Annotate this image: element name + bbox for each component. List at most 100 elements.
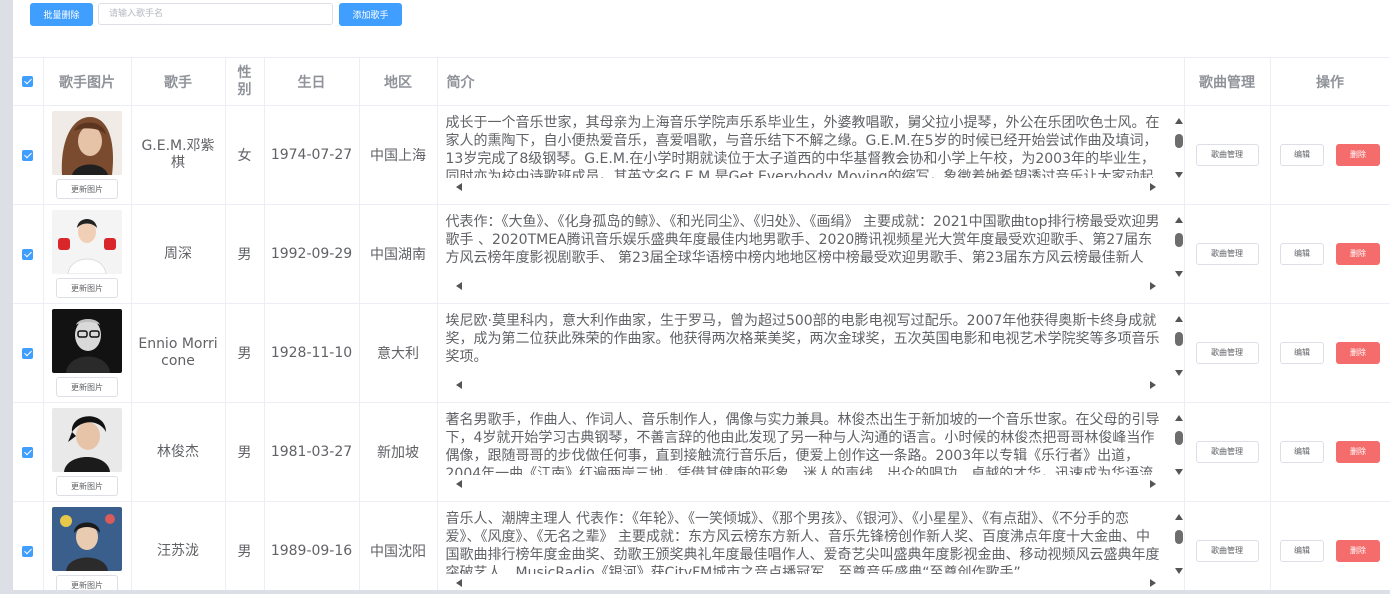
- scroll-thumb[interactable]: [1174, 530, 1183, 544]
- singer-photo: [52, 408, 122, 472]
- song-manage-cell: 歌曲管理: [1184, 402, 1271, 502]
- scroll-thumb[interactable]: [1174, 134, 1183, 148]
- ops-cell: 编辑 删除: [1270, 501, 1390, 591]
- intro-horizontal-scrollbar[interactable]: [446, 279, 1162, 293]
- scroll-right-arrow-icon[interactable]: [1149, 183, 1156, 191]
- edit-button[interactable]: 编辑: [1280, 441, 1324, 463]
- intro-scroll-box[interactable]: 著名男歌手，作曲人、作词人、音乐制作人，偶像与实力兼具。林俊杰出生于新加坡的一个…: [446, 411, 1186, 493]
- ops-cell: 编辑 删除: [1270, 303, 1390, 403]
- scroll-up-arrow-icon[interactable]: [1174, 217, 1183, 223]
- table-row: 更新图片 林俊杰 男 1981-03-27 新加坡 著名男歌手，作曲人、作词人、音乐制作人…: [13, 402, 1390, 502]
- singer-name-cell: 林俊杰: [131, 402, 226, 502]
- scroll-right-arrow-icon[interactable]: [1149, 381, 1156, 389]
- ops-cell: 编辑 删除: [1270, 402, 1390, 502]
- delete-button[interactable]: 删除: [1336, 243, 1380, 265]
- bottom-edge: [0, 590, 1390, 594]
- row-checkbox[interactable]: [22, 248, 34, 260]
- scroll-down-arrow-icon[interactable]: [1174, 469, 1183, 475]
- intro-scroll-box[interactable]: 埃尼欧·莫里科内，意大利作曲家，生于罗马，曾为超过500部的电影电视写过配乐。2…: [446, 312, 1186, 394]
- intro-horizontal-scrollbar[interactable]: [446, 576, 1162, 590]
- row-checkbox[interactable]: [22, 446, 34, 458]
- header-ops: 操作: [1270, 58, 1390, 106]
- scroll-up-arrow-icon[interactable]: [1174, 514, 1183, 520]
- update-pic-button[interactable]: 更新图片: [56, 179, 118, 199]
- row-checkbox[interactable]: [22, 347, 34, 359]
- scroll-right-arrow-icon[interactable]: [1149, 282, 1156, 290]
- intro-horizontal-scrollbar[interactable]: [446, 477, 1162, 491]
- singer-sex: 男: [225, 204, 265, 304]
- delete-button[interactable]: 删除: [1336, 342, 1380, 364]
- scroll-up-arrow-icon[interactable]: [1174, 118, 1183, 124]
- singer-name: 周深: [164, 245, 192, 262]
- edit-button[interactable]: 编辑: [1280, 243, 1324, 265]
- singer-location: 意大利: [359, 303, 438, 403]
- select-all-checkbox[interactable]: [22, 76, 34, 87]
- header-pic: 歌手图片: [43, 58, 132, 106]
- intro-vertical-scrollbar[interactable]: [1172, 510, 1186, 576]
- header-intro: 简介: [437, 58, 1185, 106]
- update-pic-button[interactable]: 更新图片: [56, 476, 118, 496]
- scroll-down-arrow-icon[interactable]: [1174, 172, 1183, 178]
- edit-button[interactable]: 编辑: [1280, 342, 1324, 364]
- scroll-down-arrow-icon[interactable]: [1174, 271, 1183, 277]
- scroll-left-arrow-icon[interactable]: [455, 282, 462, 290]
- delete-button[interactable]: 删除: [1336, 441, 1380, 463]
- singer-pic-cell: 更新图片: [43, 204, 132, 304]
- intro-horizontal-scrollbar[interactable]: [446, 378, 1162, 392]
- scroll-up-arrow-icon[interactable]: [1174, 316, 1183, 322]
- scroll-left-arrow-icon[interactable]: [455, 480, 462, 488]
- edit-button[interactable]: 编辑: [1280, 540, 1324, 562]
- scroll-up-arrow-icon[interactable]: [1174, 415, 1183, 421]
- row-checkbox[interactable]: [22, 545, 34, 557]
- scroll-left-arrow-icon[interactable]: [455, 381, 462, 389]
- singer-table: 歌手图片 歌手 性别 生日 地区 简介 歌曲管理 操作 更新图片 G.E.M.邓紫…: [13, 57, 1390, 591]
- header-song-manage: 歌曲管理: [1184, 58, 1271, 106]
- update-pic-button[interactable]: 更新图片: [56, 575, 118, 591]
- update-pic-button[interactable]: 更新图片: [56, 278, 118, 298]
- intro-scroll-box[interactable]: 代表作：《大鱼》、《化身孤岛的鲸》、《和光同尘》、《归处》、《画绢》 主要成就：…: [446, 213, 1186, 295]
- intro-vertical-scrollbar[interactable]: [1172, 411, 1186, 477]
- singer-intro-cell: 音乐人、潮牌主理人 代表作：《年轮》、《一笑倾城》、《那个男孩》、《银河》、《小…: [437, 501, 1186, 591]
- singer-search-input[interactable]: [98, 3, 333, 25]
- singer-intro-cell: 成长于一个音乐世家，其母亲为上海音乐学院声乐系毕业生，外婆教唱歌，舅父拉小提琴，…: [437, 105, 1186, 205]
- update-pic-button[interactable]: 更新图片: [56, 377, 118, 397]
- singer-location: 中国湖南: [359, 204, 438, 304]
- scroll-down-arrow-icon[interactable]: [1174, 568, 1183, 574]
- scroll-down-arrow-icon[interactable]: [1174, 370, 1183, 376]
- intro-vertical-scrollbar[interactable]: [1172, 312, 1186, 378]
- header-select-all[interactable]: [13, 58, 44, 106]
- edit-button[interactable]: 编辑: [1280, 144, 1324, 166]
- singer-pic-cell: 更新图片: [43, 402, 132, 502]
- song-manage-button[interactable]: 歌曲管理: [1195, 144, 1259, 166]
- intro-vertical-scrollbar[interactable]: [1172, 114, 1186, 180]
- song-manage-button[interactable]: 歌曲管理: [1195, 342, 1259, 364]
- row-checkbox[interactable]: [22, 149, 34, 161]
- scroll-thumb[interactable]: [1174, 332, 1183, 346]
- delete-button[interactable]: 删除: [1336, 144, 1380, 166]
- scroll-left-arrow-icon[interactable]: [455, 183, 462, 191]
- intro-vertical-scrollbar[interactable]: [1172, 213, 1186, 279]
- scroll-right-arrow-icon[interactable]: [1149, 480, 1156, 488]
- song-manage-button[interactable]: 歌曲管理: [1195, 441, 1259, 463]
- batch-delete-button[interactable]: 批量删除: [30, 3, 93, 26]
- add-singer-button[interactable]: 添加歌手: [339, 3, 402, 26]
- singer-name: 汪苏泷: [157, 542, 199, 559]
- scroll-thumb[interactable]: [1174, 431, 1183, 445]
- song-manage-button[interactable]: 歌曲管理: [1195, 243, 1259, 265]
- left-panel-edge: [0, 0, 13, 594]
- scroll-left-arrow-icon[interactable]: [455, 579, 462, 587]
- singer-sex: 男: [225, 501, 265, 591]
- row-select-cell: [13, 303, 44, 403]
- scroll-thumb[interactable]: [1174, 233, 1183, 247]
- song-manage-button[interactable]: 歌曲管理: [1195, 540, 1259, 562]
- delete-button[interactable]: 删除: [1336, 540, 1380, 562]
- singer-name-cell: Ennio Morricone: [131, 303, 226, 403]
- singer-intro-cell: 著名男歌手，作曲人、作词人、音乐制作人，偶像与实力兼具。林俊杰出生于新加坡的一个…: [437, 402, 1186, 502]
- intro-scroll-box[interactable]: 音乐人、潮牌主理人 代表作：《年轮》、《一笑倾城》、《那个男孩》、《银河》、《小…: [446, 510, 1186, 591]
- intro-horizontal-scrollbar[interactable]: [446, 180, 1162, 194]
- singer-birth: 1981-03-27: [264, 402, 360, 502]
- scroll-right-arrow-icon[interactable]: [1149, 579, 1156, 587]
- header-sex: 性别: [225, 58, 265, 106]
- intro-scroll-box[interactable]: 成长于一个音乐世家，其母亲为上海音乐学院声乐系毕业生，外婆教唱歌，舅父拉小提琴，…: [446, 114, 1186, 196]
- ops-cell: 编辑 删除: [1270, 204, 1390, 304]
